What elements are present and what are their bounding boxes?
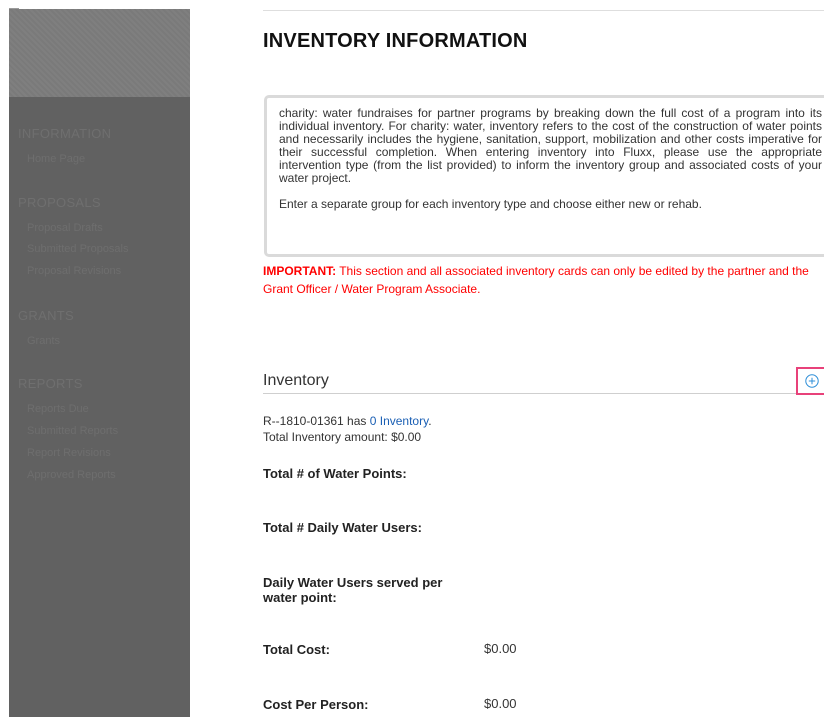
sidebar-section-grants: GRANTS [18, 308, 74, 323]
info-box: charity: water fundraises for partner pr… [264, 95, 824, 257]
sidebar-header [9, 8, 190, 97]
sidebar-item-submitted-proposals[interactable]: Submitted Proposals [27, 243, 129, 255]
field-value-total-cost: $0.00 [484, 641, 517, 656]
total-inventory-amount-label: Total Inventory amount: [263, 430, 388, 444]
inventory-count-link[interactable]: 0 Inventory [370, 414, 428, 428]
sidebar-item-grants[interactable]: Grants [27, 335, 60, 347]
sidebar: INFORMATION Home Page PROPOSALS Proposal… [9, 8, 190, 717]
important-notice: IMPORTANT: This section and all associat… [263, 262, 824, 298]
sidebar-item-home-page[interactable]: Home Page [27, 153, 85, 165]
page-title: INVENTORY INFORMATION [263, 30, 528, 52]
page: INFORMATION Home Page PROPOSALS Proposal… [0, 0, 824, 717]
important-label: IMPORTANT: [263, 264, 337, 278]
important-text: This section and all associated inventor… [263, 264, 809, 296]
count-suffix: . [428, 414, 432, 428]
field-label-total-water-points: Total # of Water Points: [263, 466, 407, 481]
sidebar-corner-mark [9, 8, 19, 13]
has-text: has [343, 414, 370, 428]
sidebar-section-reports: REPORTS [18, 376, 83, 391]
sidebar-item-approved-reports[interactable]: Approved Reports [27, 469, 116, 481]
sidebar-item-report-revisions[interactable]: Report Revisions [27, 447, 111, 459]
field-label-total-daily-water-users: Total # Daily Water Users: [263, 520, 422, 535]
total-inventory-amount-line: Total Inventory amount: $0.00 [263, 430, 421, 444]
field-label-users-per-water-point: Daily Water Users served per water point… [263, 575, 443, 605]
field-value-cost-per-person: $0.00 [484, 696, 517, 711]
inventory-count-line: R--1810-01361 has 0 Inventory. [263, 414, 432, 428]
add-inventory-button[interactable] [796, 367, 824, 395]
inventory-heading: Inventory [263, 372, 329, 389]
field-label-total-cost: Total Cost: [263, 642, 330, 657]
total-inventory-amount-value: $0.00 [391, 430, 422, 444]
sidebar-item-submitted-reports[interactable]: Submitted Reports [27, 425, 118, 437]
sidebar-item-reports-due[interactable]: Reports Due [27, 403, 89, 415]
info-paragraph-2: Enter a separate group for each inventor… [279, 197, 702, 211]
top-divider [263, 10, 824, 11]
sidebar-item-proposal-drafts[interactable]: Proposal Drafts [27, 222, 103, 234]
sidebar-item-proposal-revisions[interactable]: Proposal Revisions [27, 265, 121, 277]
record-id: R--1810-01361 [263, 414, 344, 428]
sidebar-section-information: INFORMATION [18, 126, 112, 141]
info-paragraph-1: charity: water fundraises for partner pr… [279, 106, 822, 185]
sidebar-section-proposals: PROPOSALS [18, 195, 101, 210]
inventory-divider [263, 393, 801, 394]
field-label-cost-per-person: Cost Per Person: [263, 697, 369, 712]
plus-circle-icon [805, 374, 819, 388]
